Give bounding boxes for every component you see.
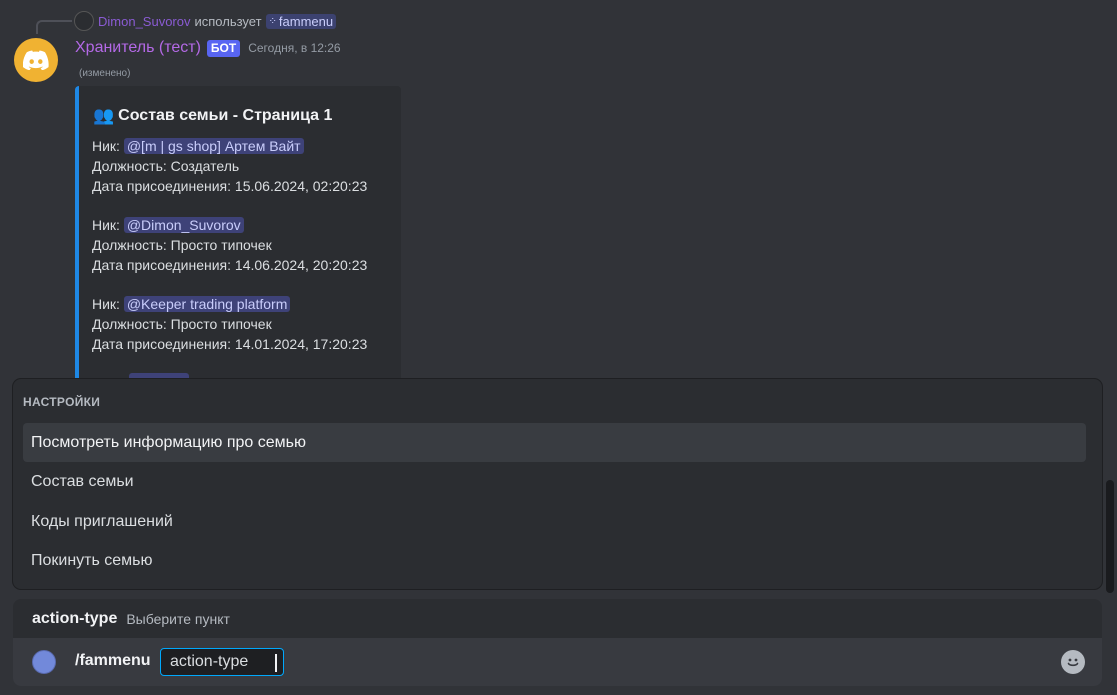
- chat-scrollbar[interactable]: [1106, 480, 1114, 593]
- nick-label: Ник:: [92, 296, 120, 312]
- member-role: Должность: Просто типочек: [92, 316, 272, 332]
- member-entry: Ник: @Dimon_Suvorov Должность: Просто ти…: [92, 215, 367, 275]
- composer-command: /fammenu: [75, 652, 151, 669]
- slash-command-icon: ⁘: [268, 15, 277, 27]
- member-entry: Ник: @[m | gs shop] Артем Вайт Должность…: [92, 136, 367, 196]
- option-leave-family[interactable]: Покинуть семью: [23, 541, 1086, 580]
- member-role: Должность: Создатель: [92, 158, 240, 174]
- option-invite-codes[interactable]: Коды приглашений: [23, 502, 1086, 541]
- bot-tag: БОТ: [206, 39, 241, 57]
- used-command-chip[interactable]: ⁘ fammenu: [265, 13, 337, 29]
- message-composer[interactable]: /fammenu action-type: [13, 638, 1102, 686]
- nick-label: Ник:: [92, 217, 120, 233]
- member-joined: Дата присоединения: 14.01.2024, 17:20:23: [92, 336, 368, 352]
- smile-icon: [1067, 658, 1079, 667]
- autocomplete-title: НАСТРОЙКИ: [23, 395, 101, 409]
- option-view-family-info[interactable]: Посмотреть информацию про семью: [23, 423, 1086, 462]
- option-hint-bar: action-type Выберите пункт: [13, 599, 1102, 638]
- reply-user-avatar[interactable]: [74, 11, 94, 31]
- autocomplete-popup: НАСТРОЙКИ Посмотреть информацию про семь…: [13, 379, 1102, 589]
- reply-connector: [36, 20, 72, 34]
- reply-uses-text: использует: [194, 13, 262, 29]
- people-icon: 👥: [93, 106, 115, 125]
- message-timestamp[interactable]: Сегодня, в 12:26: [248, 41, 340, 55]
- reply-username[interactable]: Dimon_Suvorov: [98, 14, 191, 29]
- text-caret: [275, 654, 277, 672]
- author-name[interactable]: Хранитель (тест): [75, 39, 201, 57]
- command-usage-line: Dimon_Suvorov использует ⁘ fammenu: [74, 11, 337, 31]
- nick-label: Ник:: [92, 138, 120, 154]
- message-header: Хранитель (тест) БОТ Сегодня, в 12:26: [75, 37, 341, 59]
- member-entry: Ник: @Keeper trading platform Должность:…: [92, 294, 367, 354]
- member-mention[interactable]: @[m | gs shop] Артем Вайт: [123, 138, 304, 154]
- member-role: Должность: Просто типочек: [92, 237, 272, 253]
- option-description: Выберите пункт: [126, 610, 230, 627]
- discord-logo-icon: [23, 50, 49, 70]
- embed-title: 👥 Состав семьи - Страница 1: [93, 106, 332, 126]
- member-joined: Дата присоединения: 15.06.2024, 02:20:23: [92, 178, 368, 194]
- edited-label: (изменено): [79, 68, 131, 79]
- member-joined: Дата присоединения: 14.06.2024, 20:20:23: [92, 257, 368, 273]
- option-family-members[interactable]: Состав семьи: [23, 462, 1086, 501]
- option-name: action-type: [32, 609, 118, 627]
- embed-title-text: Состав семьи - Страница 1: [118, 107, 333, 124]
- family-embed: 👥 Состав семьи - Страница 1 Ник: @[m | g…: [75, 86, 401, 386]
- member-mention[interactable]: @Keeper trading platform: [123, 296, 291, 312]
- app-avatar: [32, 650, 56, 674]
- param-value: action-type: [170, 653, 249, 670]
- member-mention[interactable]: @Dimon_Suvorov: [123, 217, 244, 233]
- emoji-button[interactable]: [1061, 650, 1085, 674]
- used-command-name: fammenu: [278, 13, 334, 29]
- bot-avatar[interactable]: [14, 38, 58, 82]
- param-input[interactable]: action-type: [160, 648, 284, 676]
